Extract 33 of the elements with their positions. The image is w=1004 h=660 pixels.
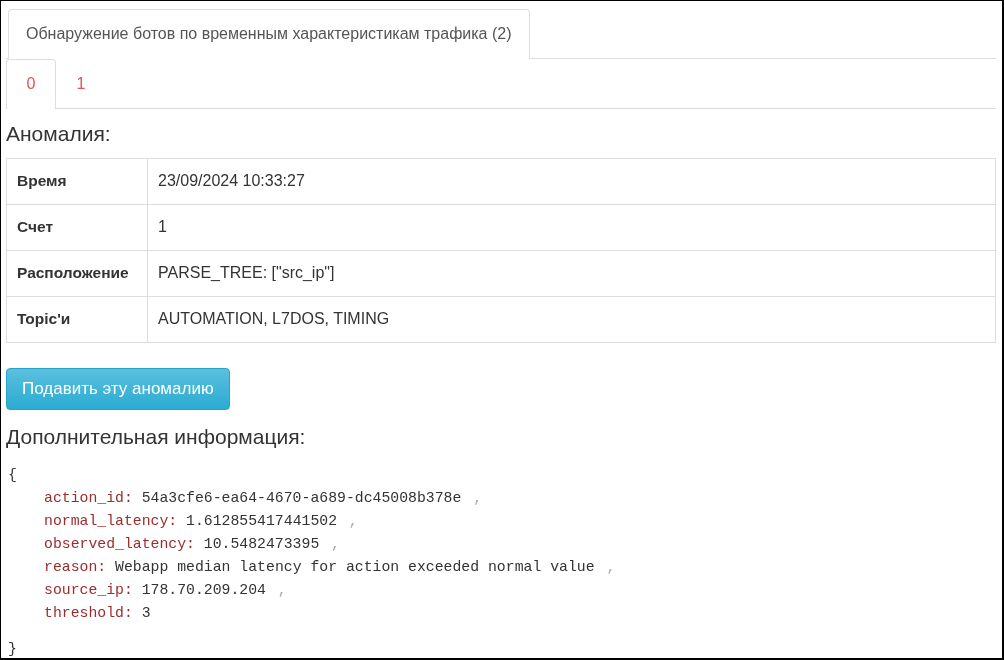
json-comma: ,	[348, 513, 358, 529]
json-value: 3	[141, 605, 151, 621]
row-label-cell: Счет	[6, 204, 148, 251]
json-comma: ,	[331, 536, 340, 552]
json-key: normal_latency:	[44, 513, 178, 529]
row-value-cell: 23/09/2024 10:33:27	[147, 158, 996, 205]
json-key: reason:	[44, 559, 107, 575]
section-heading: Дополнительная информация:	[6, 424, 306, 450]
json-value: 178.70.209.204	[141, 582, 266, 598]
row-value-cell: PARSE_TREE: ["src_ip"]	[147, 250, 996, 297]
suppress-anomaly-button[interactable]: Подавить эту аномалию	[6, 368, 230, 410]
json-brace: }	[8, 641, 17, 657]
row-value-cell: 1	[147, 204, 996, 251]
json-key: observed_latency:	[44, 536, 195, 552]
json-value: 10.5482473395	[203, 536, 320, 552]
row-label-cell: Topic'и	[6, 296, 148, 343]
anomaly-tab[interactable]: 1	[56, 59, 106, 109]
category-tab[interactable]: Обнаружение ботов по временным характеристикам трафика (2)	[8, 9, 530, 59]
json-key: action_id:	[44, 490, 133, 506]
json-value: Webapp median latency for action exceeded normal value	[115, 559, 595, 575]
anomaly-tab[interactable]: 0	[6, 59, 56, 109]
json-comma: ,	[277, 582, 287, 598]
row-value-cell: AUTOMATION, L7DOS, TIMING	[147, 296, 996, 343]
json-value: 1.612855417441502	[186, 513, 338, 529]
json-brace: {	[8, 467, 17, 483]
json-comma: ,	[473, 490, 483, 506]
row-label-cell: Расположение	[6, 250, 148, 297]
json-value: 54a3cfe6-ea64-4670-a689-dc45008b378e	[141, 490, 462, 506]
json-key: threshold:	[44, 605, 133, 621]
json-comma: ,	[606, 559, 616, 575]
row-label-cell: Время	[6, 158, 148, 205]
section-heading: Аномалия:	[6, 121, 111, 147]
json-key: source_ip:	[44, 582, 133, 598]
